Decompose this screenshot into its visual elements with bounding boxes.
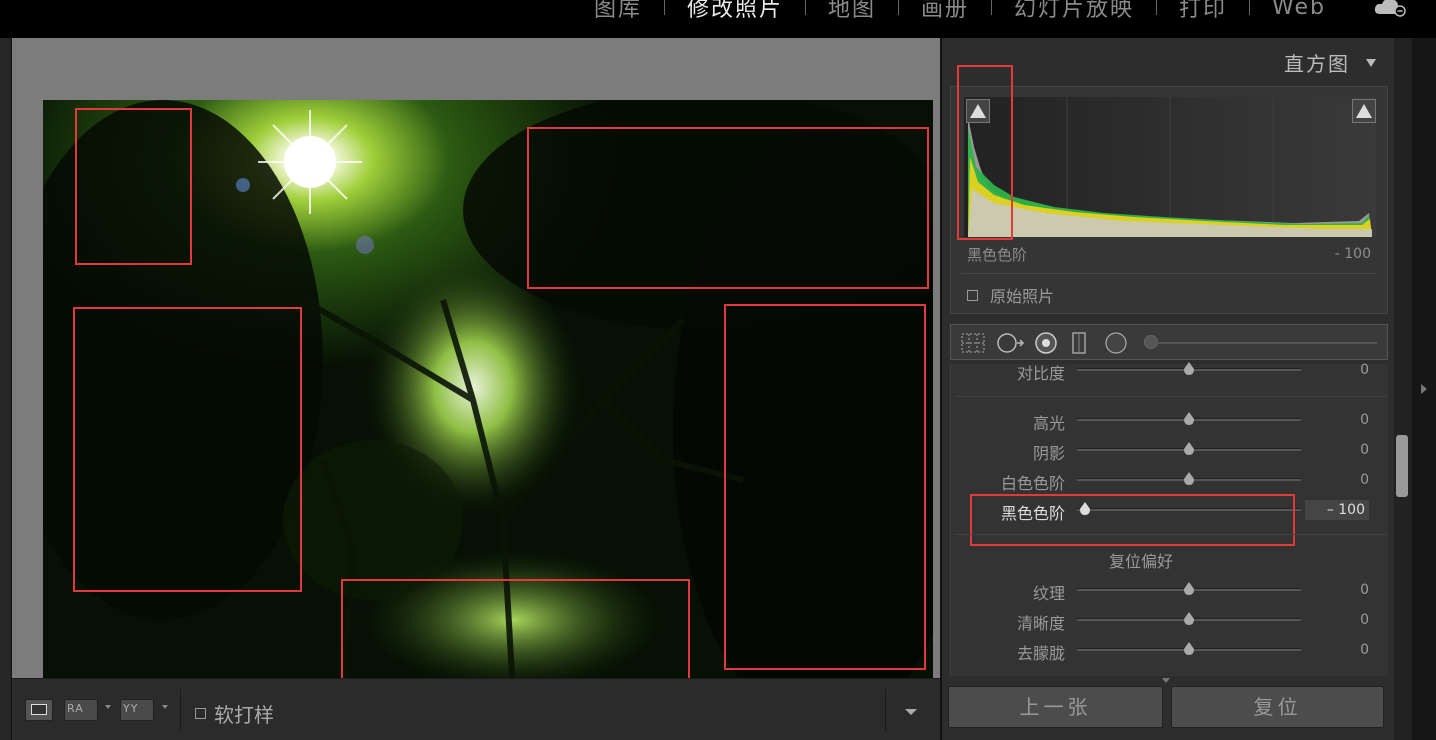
slider-texture[interactable]: 纹理 0 [951, 578, 1389, 604]
cloud-sync-icon[interactable] [1374, 0, 1408, 18]
toolbar-divider [180, 689, 181, 731]
slider-knob-icon[interactable] [1183, 362, 1195, 376]
slider-label: 去朦胧 [1016, 644, 1065, 663]
highlight-clipping-icon[interactable] [1352, 99, 1376, 123]
module-develop[interactable]: 修改照片 [665, 0, 805, 23]
highlight-box-histogram [957, 65, 1013, 240]
slider-value-field[interactable]: – 100 [1305, 500, 1369, 520]
divider [961, 273, 1377, 274]
panel-scrollbar[interactable] [1394, 38, 1412, 740]
slider-knob-icon[interactable] [1183, 472, 1195, 486]
slider-value[interactable]: 0 [1360, 582, 1369, 598]
slider-knob-icon[interactable] [1183, 442, 1195, 456]
slider-label: 白色色阶 [1000, 474, 1065, 493]
slider-whites[interactable]: 白色色阶 0 [951, 468, 1389, 494]
module-picker: 图库 修改照片 地图 画册 幻灯片放映 打印 Web [0, 0, 1436, 38]
loupe-view-button[interactable] [25, 699, 53, 721]
brush-size-slider[interactable] [1149, 342, 1377, 344]
slider-value[interactable]: 0 [1360, 642, 1369, 658]
module-web[interactable]: Web [1250, 0, 1348, 20]
highlight-box-blacks-slider [970, 494, 1295, 546]
toolbar-menu-chevron-icon[interactable] [905, 709, 917, 715]
module-slideshow[interactable]: 幻灯片放映 [992, 0, 1156, 23]
slider-label: 纹理 [1032, 584, 1065, 603]
bottom-toolbar: RA YY 软打样 [12, 678, 940, 740]
highlight-box-top-right [527, 127, 929, 289]
module-library[interactable]: 图库 [572, 0, 664, 23]
module-list: 图库 修改照片 地图 画册 幻灯片放映 打印 Web [572, 0, 1348, 22]
red-eye-icon[interactable] [1035, 332, 1057, 354]
graduated-filter-icon[interactable] [1072, 332, 1086, 354]
divider [955, 396, 1387, 397]
highlight-box-bottom [341, 579, 690, 693]
soft-proofing-label: 软打样 [214, 703, 274, 727]
module-book[interactable]: 画册 [899, 0, 991, 23]
slider-highlights[interactable]: 高光 0 [951, 408, 1389, 434]
expand-panel-arrow-icon[interactable] [1421, 384, 1427, 394]
slider-shadows[interactable]: 阴影 0 [951, 438, 1389, 464]
loupe-view-icon [31, 704, 47, 715]
original-photo-checkbox[interactable] [967, 289, 978, 301]
slider-clarity[interactable]: 清晰度 0 [951, 608, 1389, 634]
slider-knob-icon[interactable] [1183, 612, 1195, 626]
slider-knob-icon[interactable] [1183, 582, 1195, 596]
original-photo-toggle[interactable]: 原始照片 [967, 283, 1054, 307]
crop-overlay-icon[interactable] [961, 333, 985, 353]
histogram-panel: 黑色色阶 - 100 原始照片 [950, 65, 1388, 314]
previous-button[interactable]: 上一张 [948, 686, 1163, 728]
bottom-button-bar: 上一张 复位 [948, 686, 1386, 730]
panel-title: 直方图 [1284, 52, 1350, 76]
chevron-down-icon[interactable] [162, 705, 168, 709]
slider-value[interactable]: 0 [1360, 442, 1369, 458]
slider-value[interactable]: 0 [1360, 412, 1369, 428]
histogram-value: - 100 [1334, 246, 1371, 262]
before-after-lr-label: RA [67, 702, 84, 715]
slider-knob-icon[interactable] [1183, 642, 1195, 656]
scrollbar-thumb[interactable] [1396, 435, 1408, 497]
slider-knob-icon[interactable] [1183, 412, 1195, 426]
chevron-down-icon[interactable] [105, 705, 111, 709]
histogram-caption: 黑色色阶 [967, 246, 1028, 264]
forest-photo[interactable] [43, 100, 933, 693]
highlight-box-top-left [75, 108, 192, 265]
histogram [964, 97, 1376, 237]
slider-dehaze[interactable]: 去朦胧 0 [951, 638, 1389, 664]
basic-panel: 对比度 0 高光 0 阴影 0 白色色阶 0 黑色色阶 – 100 复位偏好 纹… [950, 362, 1389, 676]
panel-collapse-icon[interactable] [1162, 678, 1170, 683]
toolbar-divider [885, 689, 886, 731]
radial-filter-icon[interactable] [1105, 332, 1127, 354]
photo-canvas [12, 38, 940, 693]
right-panel: 直方图 黑色色阶 - 100 原始照片 对比度 0 高光 0 阴影 0 白色色阶… [940, 38, 1412, 740]
slider-label: 对比度 [1016, 364, 1065, 383]
original-photo-label: 原始照片 [990, 287, 1055, 306]
module-print[interactable]: 打印 [1157, 0, 1249, 23]
slider-label: 清晰度 [1016, 614, 1065, 633]
before-after-tb-label: YY [123, 702, 139, 715]
tool-strip [950, 324, 1388, 360]
soft-proofing-toggle[interactable]: 软打样 [195, 699, 274, 728]
slider-value[interactable]: 0 [1360, 472, 1369, 488]
before-after-tb-button[interactable]: YY [120, 699, 154, 721]
divider [955, 534, 1387, 535]
slider-label: 阴影 [1032, 444, 1065, 463]
collapse-triangle-icon[interactable] [1366, 59, 1376, 67]
highlight-box-left [73, 307, 302, 592]
before-after-lr-button[interactable]: RA [64, 699, 98, 721]
module-map[interactable]: 地图 [806, 0, 898, 23]
spot-removal-icon[interactable] [997, 333, 1025, 353]
slider-value[interactable]: 0 [1360, 362, 1369, 378]
soft-proofing-checkbox[interactable] [195, 708, 206, 719]
left-panel-collapsed [0, 38, 12, 740]
slider-contrast[interactable]: 对比度 0 [951, 358, 1389, 384]
slider-value[interactable]: 0 [1360, 612, 1369, 628]
reset-button[interactable]: 复位 [1171, 686, 1384, 728]
reset-preferences-button[interactable]: 复位偏好 [951, 548, 1331, 572]
highlight-box-right [724, 304, 926, 670]
slider-label: 高光 [1032, 414, 1065, 433]
